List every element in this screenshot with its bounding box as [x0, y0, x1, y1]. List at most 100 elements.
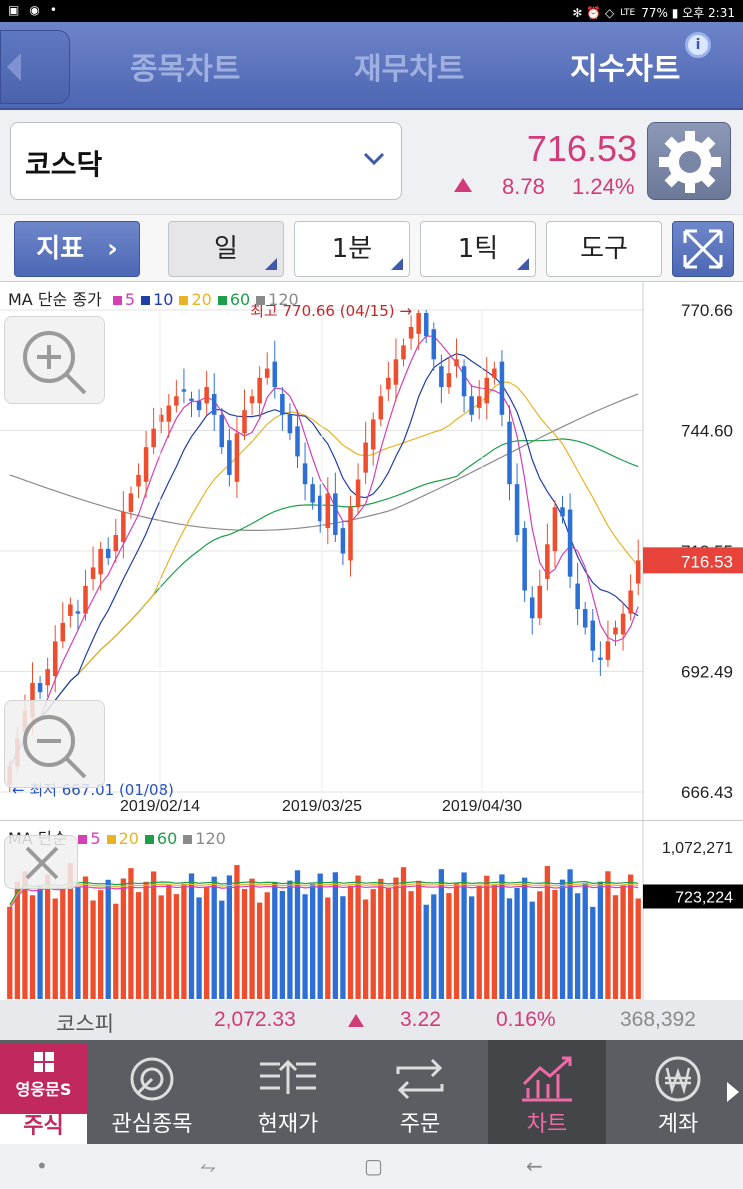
- index-dropdown[interactable]: 코스닥: [10, 122, 402, 200]
- price-y-tick-label: 770.66: [681, 301, 733, 320]
- fullscreen-button[interactable]: [672, 221, 734, 277]
- volume-bar: [158, 895, 164, 999]
- kospi-ticker-bar[interactable]: 코스피 2,072.33 3.22 0.16% 368,392: [0, 1000, 743, 1040]
- nav-order[interactable]: 주문: [356, 1040, 484, 1144]
- candle-body: [181, 389, 187, 392]
- price-chart[interactable]: 770.66744.60718.55692.49666.43716.53최고 7…: [0, 282, 743, 820]
- period-label: 일: [214, 234, 238, 264]
- volume-bar: [544, 866, 551, 999]
- price-x-tick-label: 2019/04/30: [442, 798, 522, 815]
- candle-body: [189, 398, 194, 401]
- volume-bar: [491, 884, 498, 999]
- tools-button[interactable]: 도구: [546, 221, 662, 277]
- volume-bar: [203, 887, 210, 999]
- volume-bar: [415, 880, 422, 999]
- candle-body: [348, 507, 353, 561]
- settings-button[interactable]: [647, 122, 731, 200]
- volume-ma-swatch: [106, 834, 116, 844]
- volume-bar: [612, 895, 619, 999]
- info-badge-icon[interactable]: i: [685, 32, 711, 58]
- back-arrow-icon: [7, 53, 21, 81]
- volume-bar: [325, 897, 331, 999]
- home-icon[interactable]: ▢: [364, 1154, 383, 1178]
- recents-icon[interactable]: ⥊: [200, 1154, 216, 1178]
- volume-bar: [75, 886, 81, 999]
- tick-button[interactable]: 1틱: [420, 221, 536, 277]
- candle-body: [386, 377, 391, 390]
- candle-body: [378, 396, 384, 420]
- volume-bar: [249, 878, 255, 999]
- zoom-in-button[interactable]: [4, 316, 105, 404]
- index-change-pct: 1.24%: [572, 174, 635, 199]
- candle-body: [340, 528, 346, 554]
- status-bar: ▣ ◉ • ✻ ⏰ ◇ LTE 77% ▮ 오후 2:31: [0, 0, 743, 22]
- minute-button[interactable]: 1분: [294, 221, 410, 277]
- candle-body: [590, 620, 596, 651]
- tab-stock-chart[interactable]: 종목차트: [130, 44, 240, 88]
- nav-chart[interactable]: 차트: [488, 1040, 606, 1144]
- nav-more-arrow-icon[interactable]: [727, 1082, 739, 1102]
- volume-bar: [105, 879, 111, 999]
- price-ma-swatch: [256, 295, 266, 305]
- candle-body: [272, 361, 278, 388]
- tab-financial-chart[interactable]: 재무차트: [354, 44, 464, 88]
- volume-bar: [635, 898, 641, 999]
- candle-body: [552, 507, 558, 552]
- volume-bar: [362, 899, 369, 999]
- volume-y-top-label: 1,072,271: [662, 840, 733, 857]
- candle-body: [446, 373, 452, 388]
- back-nav-icon[interactable]: ←: [526, 1154, 543, 1178]
- status-clock: 77% ▮ 오후 2:31: [641, 6, 735, 20]
- candle-body: [174, 396, 179, 406]
- chart-icon: [522, 1056, 572, 1102]
- dot-nav-icon[interactable]: •: [36, 1154, 48, 1178]
- price-legend-prefix: MA 단순 종가: [8, 290, 102, 309]
- volume-bar: [241, 888, 248, 999]
- volume-bar: [181, 883, 187, 999]
- back-button[interactable]: [0, 30, 70, 104]
- candle-body: [522, 528, 527, 591]
- volume-bar: [506, 898, 513, 999]
- volume-bar: [627, 874, 634, 999]
- price-x-tick-label: 2019/02/14: [120, 798, 200, 815]
- candle-body: [423, 313, 429, 337]
- watchlist-icon: [130, 1057, 174, 1101]
- candle-body: [605, 641, 611, 660]
- candle-body: [121, 511, 126, 542]
- price-y-tick-label: 744.60: [681, 422, 733, 441]
- candle-body: [439, 366, 444, 388]
- zoom-in-icon: [23, 331, 87, 395]
- candle-body: [333, 493, 338, 536]
- candle-body: [401, 345, 406, 360]
- volume-bar: [264, 892, 270, 999]
- candle-body: [469, 396, 474, 415]
- kospi-up-icon: [348, 1014, 364, 1027]
- nav-chart-label: 차트: [526, 1112, 568, 1137]
- volume-ma-label: 20: [118, 829, 139, 848]
- close-indicator-button[interactable]: [4, 835, 78, 889]
- indicator-button[interactable]: 지표 ›: [14, 221, 140, 277]
- nav-watchlist-label: 관심종목: [111, 1112, 193, 1137]
- volume-ma-items: 5 20 60 120: [72, 829, 226, 848]
- candle-body: [408, 326, 414, 339]
- volume-bar: [219, 900, 225, 999]
- candle-body: [476, 396, 482, 408]
- price-ma-label: 10: [153, 290, 174, 309]
- volume-bar: [559, 879, 566, 999]
- tab-index-chart[interactable]: 지수차트: [570, 44, 680, 88]
- nav-watchlist[interactable]: 관심종목: [88, 1040, 216, 1144]
- period-day-button[interactable]: 일: [168, 221, 284, 277]
- candle-body: [325, 493, 331, 529]
- nav-current-price[interactable]: 현재가: [224, 1040, 352, 1144]
- candle-body: [211, 393, 217, 415]
- price-chart-svg: 770.66744.60718.55692.49666.43716.53최고 7…: [0, 282, 743, 820]
- volume-bar: [7, 906, 13, 999]
- candle-body: [128, 493, 134, 512]
- volume-bar: [582, 882, 588, 999]
- volume-chart[interactable]: 1,072,271723,224 MA 단순 52060120: [0, 820, 743, 1001]
- brand-stock-menu[interactable]: 영웅문S 주식: [0, 1044, 87, 1144]
- indicator-label: 지표: [36, 234, 85, 264]
- nav-account[interactable]: 계좌: [614, 1040, 742, 1144]
- kospi-pct: 0.16%: [496, 1008, 556, 1031]
- zoom-out-button[interactable]: [4, 700, 105, 788]
